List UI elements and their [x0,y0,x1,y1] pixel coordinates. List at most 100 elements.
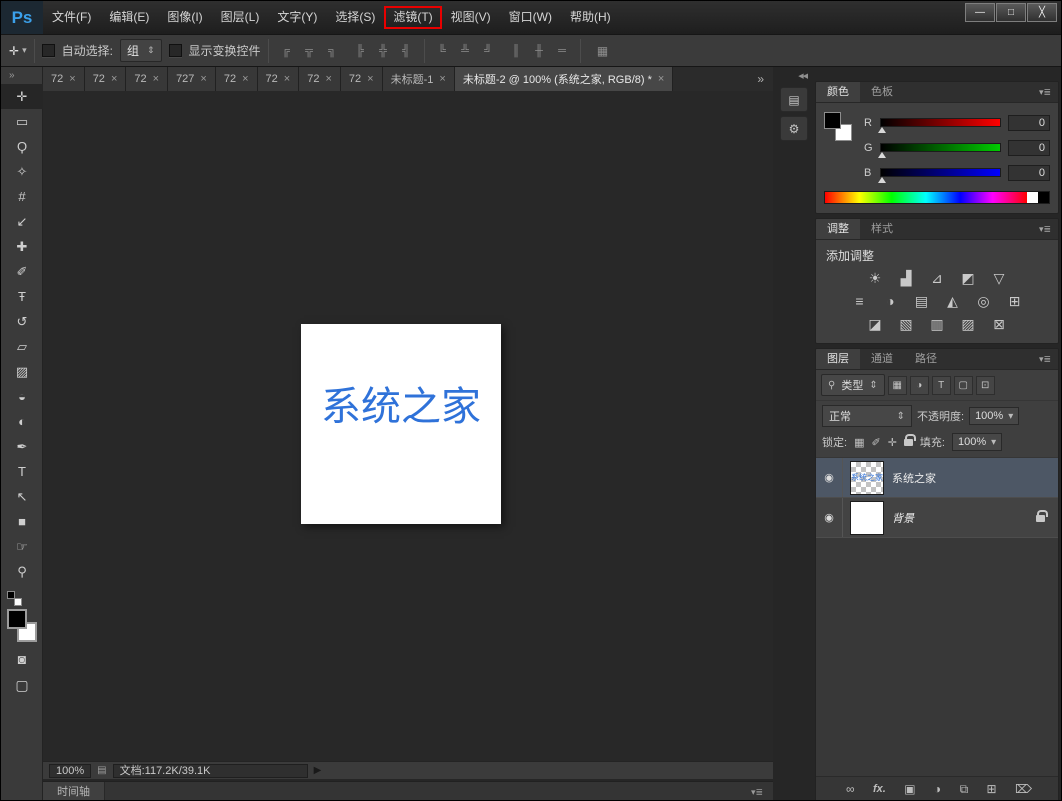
blend-mode-dropdown[interactable]: 正常 ⇕ [822,405,912,427]
tab-close-icon[interactable]: × [153,73,159,85]
curves-icon[interactable]: ⊿ [928,270,946,287]
align-left-edges-button[interactable]: ╔ [276,40,297,61]
color-spectrum-ramp[interactable] [824,191,1050,204]
tab-close-icon[interactable]: × [658,73,664,85]
auto-align-layers-button[interactable]: ▦ [588,40,618,61]
threshold-icon[interactable]: ▥ [928,316,946,333]
tab-close-icon[interactable]: × [367,73,373,85]
quick-selection-tool-button[interactable]: ✧ [1,159,43,184]
color-balance-icon[interactable]: ◑ [882,293,900,310]
tab-close-icon[interactable]: × [111,73,117,85]
link-layers-icon[interactable]: ∞ [846,782,855,796]
invert-icon[interactable]: ◪ [866,316,884,333]
crop-tool-button[interactable]: # [1,184,43,209]
layer-thumbnail[interactable]: 系统之家 [850,461,884,495]
hue-saturation-icon[interactable]: ≡ [851,293,869,310]
tab-adjustments[interactable]: 调整 [816,219,860,239]
menu-type[interactable]: 文字(Y) [268,1,326,34]
red-value-field[interactable]: 0 [1008,115,1050,131]
tab-layers[interactable]: 图层 [816,349,860,369]
status-options-arrow-icon[interactable]: ▶ [314,765,322,776]
distribute-horizontal-centers-button[interactable]: ╫ [529,40,550,61]
align-top-edges-button[interactable]: ╠ [350,40,371,61]
auto-select-dropdown[interactable]: 组 ⇕ [120,39,162,62]
rectangle-tool-button[interactable]: ■ [1,509,43,534]
quick-mask-button[interactable]: ◙ [1,645,43,672]
document-tab[interactable]: 727 × [168,67,216,91]
align-bottom-edges-button[interactable]: ╣ [396,40,417,61]
visibility-eye-icon[interactable]: ◉ [816,498,843,537]
photo-filter-icon[interactable]: ◭ [944,293,962,310]
filter-type-layers-icon[interactable]: T [932,376,951,395]
tab-close-icon[interactable]: × [284,73,290,85]
document-tab-active[interactable]: 未标题-2 @ 100% (系统之家, RGB/8) * × [455,67,673,91]
properties-panel-button[interactable]: ⚙ [780,116,808,141]
history-brush-tool-button[interactable]: ↺ [1,309,43,334]
expand-dock-icon[interactable]: ◀◀ [773,67,815,83]
new-group-icon[interactable]: ⧉ [960,782,969,797]
path-selection-tool-button[interactable]: ↖ [1,484,43,509]
filter-adjustment-layers-icon[interactable]: ◑ [910,376,929,395]
brush-tool-button[interactable]: ✐ [1,259,43,284]
selective-color-icon[interactable]: ⊠ [990,316,1008,333]
layer-row-background[interactable]: ◉ 背景 [816,498,1058,538]
panel-menu-icon[interactable]: ▾≣ [1032,349,1058,369]
posterize-icon[interactable]: ▧ [897,316,915,333]
fill-dropdown[interactable]: 100% ▾ [952,433,1002,451]
document-canvas[interactable]: 系统之家 [301,324,501,524]
menu-window[interactable]: 窗口(W) [500,1,561,34]
zoom-tool-button[interactable]: ⚲ [1,559,43,584]
menu-filter[interactable]: 滤镜(T) [384,6,441,29]
tab-styles[interactable]: 样式 [860,219,904,239]
default-colors-icon[interactable] [7,591,22,606]
tab-overflow-icon[interactable]: » [748,67,773,91]
slider-handle[interactable] [878,127,886,133]
new-layer-icon[interactable]: ⊞ [987,782,997,796]
menu-view[interactable]: 视图(V) [442,1,500,34]
add-layer-mask-icon[interactable]: ▣ [904,782,915,796]
filter-pixel-layers-icon[interactable]: ▦ [888,376,907,395]
lock-all-icon[interactable] [904,439,913,446]
distribute-top-edges-button[interactable]: ╚ [432,40,453,61]
tab-color[interactable]: 颜色 [816,82,860,102]
red-slider[interactable] [880,118,1001,127]
tab-close-icon[interactable]: × [69,73,75,85]
lasso-tool-button[interactable]: Ϙ [1,134,43,159]
document-tab[interactable]: 72 × [85,67,127,91]
move-tool-button[interactable]: ✛ [1,84,43,109]
new-adjustment-layer-icon[interactable]: ◑ [934,782,941,796]
eraser-tool-button[interactable]: ▱ [1,334,43,359]
spectrum-gradient[interactable] [825,192,1027,203]
layer-row-text[interactable]: ◉ 系统之家 系统之家 [816,458,1058,498]
type-tool-button[interactable]: T [1,459,43,484]
rectangular-marquee-tool-button[interactable]: ▭ [1,109,43,134]
delete-layer-icon[interactable]: ⌦ [1015,782,1032,796]
minimize-button[interactable]: — [965,3,995,22]
toolbar-collapse-icon[interactable]: » [1,67,42,84]
tab-close-icon[interactable]: × [200,73,206,85]
tab-close-icon[interactable]: × [325,73,331,85]
menu-select[interactable]: 选择(S) [326,1,384,34]
layer-thumbnail[interactable] [850,501,884,535]
layer-name[interactable]: 系统之家 [892,470,936,486]
hand-tool-button[interactable]: ☞ [1,534,43,559]
document-tab[interactable]: 未标题-1 × [383,67,455,91]
distribute-bottom-edges-button[interactable]: ╝ [478,40,499,61]
panel-menu-icon[interactable]: ▾≣ [1032,219,1058,239]
spectrum-black-swatch[interactable] [1038,192,1049,203]
eyedropper-tool-button[interactable]: ↙ [1,209,43,234]
menu-file[interactable]: 文件(F) [43,1,100,34]
menu-help[interactable]: 帮助(H) [561,1,620,34]
spot-healing-brush-tool-button[interactable]: ✚ [1,234,43,259]
align-horizontal-centers-button[interactable]: ╦ [299,40,320,61]
lock-transparent-pixels-icon[interactable]: ▦ [854,436,864,449]
tool-preset-well[interactable]: ✛ ▾ [9,44,27,58]
spectrum-white-swatch[interactable] [1027,192,1038,203]
green-value-field[interactable]: 0 [1008,140,1050,156]
menu-layer[interactable]: 图层(L) [212,1,269,34]
document-tab[interactable]: 72 × [126,67,168,91]
tab-close-icon[interactable]: × [439,73,445,85]
foreground-color-swatch[interactable] [824,112,841,129]
layer-style-icon[interactable]: fx. [873,783,886,795]
levels-icon[interactable]: ▟ [897,270,915,287]
